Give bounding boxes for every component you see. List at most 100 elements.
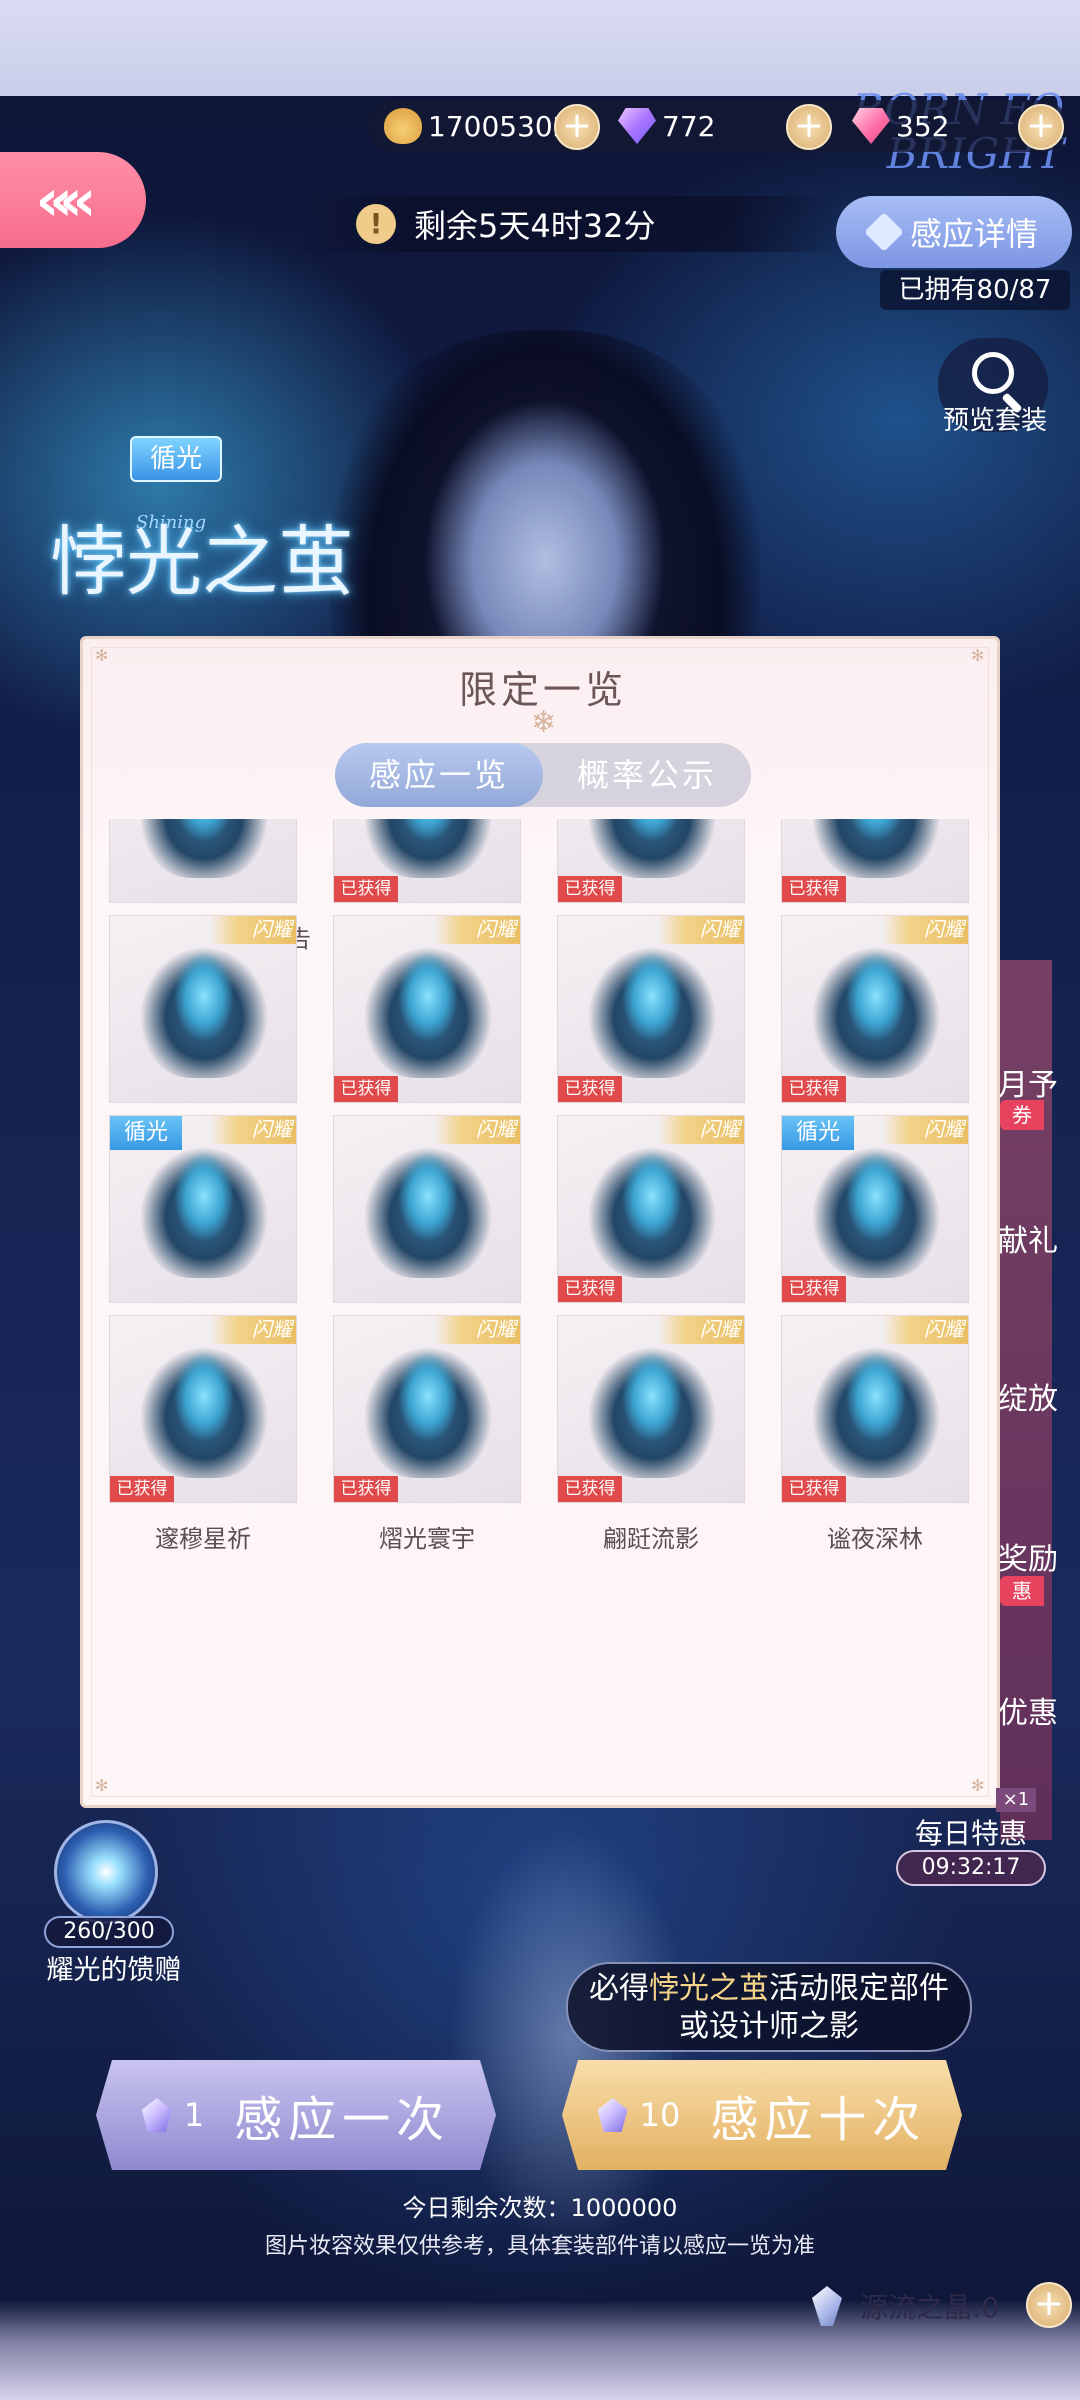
- diamond-small-icon: [864, 212, 904, 252]
- item-thumbnail: 已获得: [781, 819, 969, 903]
- radiance-gift-progress: 260/300: [44, 1916, 174, 1948]
- item-thumbnail: 闪耀: [109, 819, 297, 903]
- diamond-counter: 772: [618, 104, 715, 148]
- daily-deal-label: 每日特惠: [914, 1817, 1027, 1850]
- item-card[interactable]: 闪耀已获得熠光寰宇: [333, 1315, 521, 1585]
- item-thumbnail: 闪耀: [109, 915, 297, 1103]
- item-card[interactable]: 闪耀已获得谧夜深林: [781, 1315, 969, 1585]
- item-art-icon: [812, 1342, 940, 1478]
- draw-ten-button[interactable]: 10 感应十次: [562, 2060, 962, 2170]
- crystal-icon: [141, 2098, 172, 2132]
- modal-tabs: 感应一览 概率公示: [335, 743, 751, 807]
- item-art-icon: [364, 942, 492, 1078]
- item-art-icon: [140, 1342, 268, 1478]
- side-item-reward[interactable]: 奖励: [998, 1534, 1058, 1578]
- obtained-badge: 已获得: [110, 1476, 174, 1502]
- item-art-icon: [812, 1142, 940, 1278]
- obtained-badge: 已获得: [334, 1076, 398, 1102]
- pink-crystal-icon: [852, 108, 890, 144]
- snowflake-icon: ❄: [531, 705, 557, 740]
- item-art-icon: [588, 819, 716, 878]
- obtained-badge: 已获得: [334, 876, 398, 902]
- diamond-icon: [618, 108, 656, 144]
- obtained-badge: 已获得: [782, 1276, 846, 1302]
- alert-icon: !: [356, 204, 396, 244]
- side-item-monthly[interactable]: 月予: [998, 1060, 1058, 1104]
- obtained-badge: 已获得: [558, 876, 622, 902]
- item-thumbnail: 闪耀已获得: [557, 915, 745, 1103]
- item-thumbnail: 闪耀 循光: [109, 1115, 297, 1303]
- side-item-offer[interactable]: 优惠: [998, 1688, 1058, 1732]
- add-source-crystal-button[interactable]: +: [1026, 2282, 1072, 2328]
- crystal-icon: [597, 2098, 628, 2132]
- obtained-badge: 已获得: [782, 1476, 846, 1502]
- item-thumbnail: 已获得: [557, 819, 745, 903]
- item-thumbnail: 闪耀 已获得: [109, 1315, 297, 1503]
- shining-ribbon: 闪耀: [882, 1316, 968, 1344]
- side-badge-discount: 惠: [1000, 1576, 1044, 1606]
- daily-deal[interactable]: ×1 每日特惠 09:32:17: [896, 1788, 1056, 1898]
- gold-counter: 17005302: [384, 104, 571, 148]
- side-item-gift[interactable]: 献礼: [998, 1216, 1058, 1260]
- item-art-icon: [140, 819, 268, 878]
- shining-ribbon: 闪耀: [434, 916, 520, 944]
- cat-coin-icon: [384, 108, 422, 144]
- crystal-counter: 352: [852, 104, 949, 148]
- logo-tag: 循光: [130, 436, 222, 482]
- daily-deal-timer: 09:32:17: [896, 1850, 1046, 1886]
- obtained-badge: 已获得: [782, 876, 846, 902]
- obtained-badge: 已获得: [782, 1076, 846, 1102]
- tab-probability[interactable]: 概率公示: [543, 743, 751, 807]
- source-crystal-icon: [812, 2286, 842, 2326]
- item-thumbnail: 闪耀 循光 已获得: [781, 1115, 969, 1303]
- item-name: 谧夜深林: [827, 1525, 923, 1553]
- item-art-icon: [812, 819, 940, 878]
- item-tag: 循光: [110, 1116, 182, 1150]
- side-item-bloom[interactable]: 绽放: [998, 1374, 1058, 1418]
- item-row: 闪耀 已获得 邃穆星祈 闪耀 已获得 熠光寰宇 闪耀 已获得 翩跹流影 闪耀 已获得 谧夜深林: [109, 1315, 977, 1585]
- radiance-gift-orb[interactable]: [54, 1820, 158, 1924]
- add-gold-button[interactable]: +: [554, 104, 600, 150]
- shining-ribbon: 闪耀: [882, 1116, 968, 1144]
- shining-ribbon: 闪耀: [882, 916, 968, 944]
- item-art-icon: [140, 1142, 268, 1278]
- induction-details-button[interactable]: 感应详情: [836, 196, 1072, 268]
- item-thumbnail: 闪耀已获得: [557, 1315, 745, 1503]
- obtained-badge: 已获得: [558, 1476, 622, 1502]
- tab-induction-list[interactable]: 感应一览: [335, 743, 543, 807]
- add-diamond-button[interactable]: +: [786, 104, 832, 150]
- preview-outfit-label: 预览套装: [942, 406, 1047, 436]
- item-art-icon: [588, 942, 716, 1078]
- item-art-icon: [364, 819, 492, 878]
- item-name: 翩跹流影: [603, 1525, 699, 1553]
- obtained-badge: 已获得: [334, 1476, 398, 1502]
- item-art-icon: [364, 1342, 492, 1478]
- item-name: 熠光寰宇: [379, 1525, 475, 1553]
- item-thumbnail: 闪耀已获得: [333, 1315, 521, 1503]
- shining-ribbon: 闪耀: [658, 916, 744, 944]
- item-card[interactable]: 闪耀已获得翩跹流影: [557, 1315, 745, 1585]
- item-thumbnail: 闪耀已获得: [333, 915, 521, 1103]
- shining-ribbon: 闪耀: [658, 1316, 744, 1344]
- remaining-draws: 今日剩余次数：1000000: [402, 2194, 678, 2222]
- shining-ribbon: 闪耀: [434, 1316, 520, 1344]
- disclaimer: 图片妆容效果仅供参考，具体套装部件请以感应一览为准: [264, 2234, 815, 2259]
- guarantee-banner: 必得悖光之茧活动限定部件 或设计师之影: [566, 1962, 972, 2052]
- item-thumbnail: 闪耀 已获得: [557, 1115, 745, 1303]
- items-grid[interactable]: 闪耀路德伊・焕夜即谕告已获得林暮眷影已获得坠落浮光已获得隐谧心绪闪耀宿命谛晓闪耀…: [109, 819, 977, 1799]
- back-button[interactable]: ««: [0, 152, 146, 248]
- search-icon: [972, 352, 1014, 394]
- shining-ribbon: 闪耀: [210, 1116, 296, 1144]
- daily-deal-badge: ×1: [996, 1788, 1036, 1812]
- item-thumbnail: 闪耀已获得: [781, 1315, 969, 1503]
- add-crystal-button[interactable]: +: [1018, 104, 1064, 150]
- owned-count: 已拥有80/87: [880, 270, 1070, 310]
- item-card[interactable]: 闪耀 已获得 邃穆星祈: [109, 1315, 297, 1585]
- shining-ribbon: 闪耀: [658, 1116, 744, 1144]
- corner-ornament-icon: ✻: [95, 1776, 109, 1795]
- item-thumbnail: 已获得: [333, 819, 521, 903]
- draw-once-button[interactable]: 1 感应一次: [96, 2060, 496, 2170]
- top-frost-border: [0, 0, 1080, 96]
- obtained-badge: 已获得: [558, 1076, 622, 1102]
- radiance-gift-label: 耀光的馈赠: [46, 1955, 182, 1986]
